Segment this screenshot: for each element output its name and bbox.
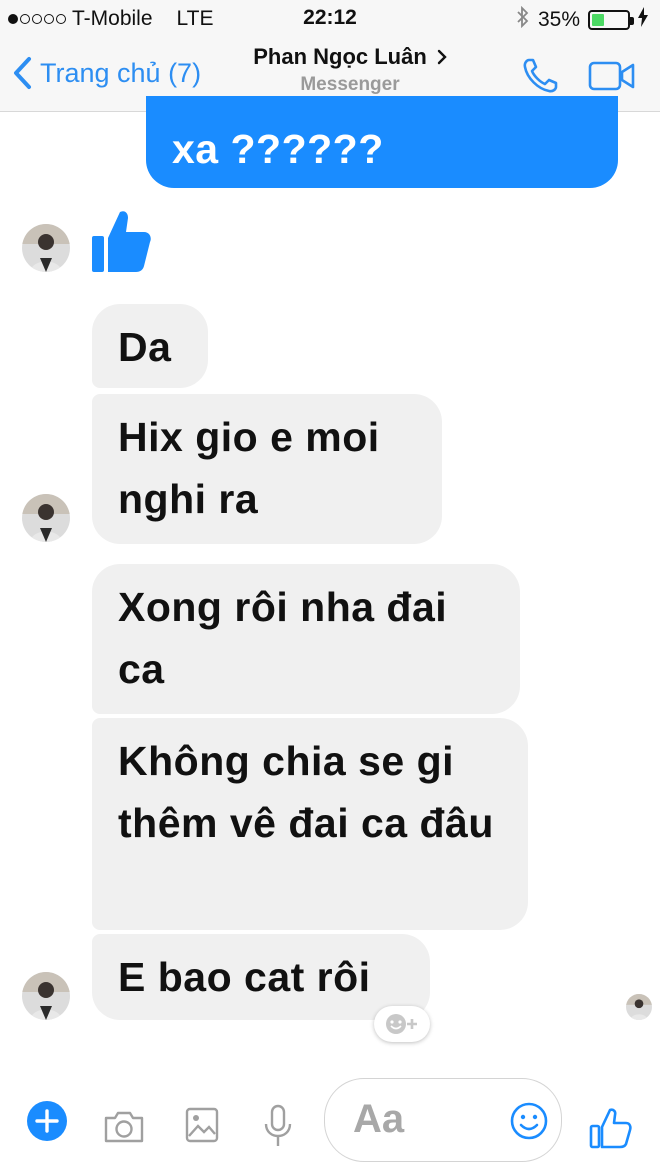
composer-bar: Aa — [0, 1060, 660, 1176]
thumbs-up-send-icon[interactable] — [588, 1106, 632, 1155]
messenger-chat-screen: T-Mobile LTE 22:12 35% Trang chủ (7) Pha… — [0, 0, 660, 1176]
add-reaction-button[interactable] — [374, 1006, 430, 1042]
conversation-header[interactable]: Phan Ngọc Luân Messenger — [200, 44, 500, 96]
status-bar: T-Mobile LTE 22:12 35% — [0, 0, 660, 38]
read-receipt-avatar — [626, 994, 652, 1020]
message-text: Không chia se gi thêm vê đai ca đâu — [118, 738, 494, 846]
camera-icon[interactable] — [102, 1110, 146, 1149]
emoji-icon[interactable] — [509, 1101, 549, 1146]
message-input[interactable]: Aa — [324, 1078, 562, 1162]
charging-icon — [638, 7, 648, 33]
input-placeholder: Aa — [353, 1097, 405, 1141]
outgoing-message[interactable]: xa ?????? — [146, 96, 618, 188]
incoming-message[interactable]: Không chia se gi thêm vê đai ca đâu — [92, 718, 528, 930]
add-plus-icon[interactable] — [26, 1100, 68, 1147]
message-text: Hix gio e moi nghi ra — [118, 414, 380, 522]
incoming-message[interactable]: E bao cat rôi — [92, 934, 430, 1020]
battery-percent: 35% — [537, 8, 580, 31]
microphone-icon[interactable] — [262, 1104, 294, 1153]
message-text: Xong rôi nha đai ca — [118, 584, 448, 692]
video-call-icon[interactable] — [588, 60, 636, 97]
chevron-left-icon — [14, 57, 31, 89]
contact-avatar[interactable] — [22, 972, 70, 1020]
message-text: xa ?????? — [172, 126, 384, 172]
conversation-subtitle: Messenger — [300, 74, 400, 95]
message-text: E bao cat rôi — [118, 954, 371, 1000]
contact-name-row: Phan Ngọc Luân — [253, 44, 447, 70]
photo-gallery-icon[interactable] — [184, 1106, 220, 1149]
chevron-right-icon — [437, 49, 447, 65]
contact-avatar[interactable] — [22, 224, 70, 272]
bluetooth-icon — [516, 5, 530, 34]
incoming-message[interactable]: Da — [92, 304, 208, 388]
status-right: 35% — [516, 5, 648, 34]
smiley-plus-icon — [386, 1014, 417, 1034]
message-text: Da — [118, 324, 172, 370]
back-button[interactable]: Trang chủ (7) — [12, 56, 201, 90]
battery-icon — [588, 10, 634, 30]
contact-avatar[interactable] — [22, 494, 70, 542]
incoming-message[interactable]: Hix gio e moi nghi ra — [92, 394, 442, 544]
contact-name: Phan Ngọc Luân — [253, 44, 427, 69]
phone-call-icon[interactable] — [520, 56, 560, 101]
incoming-message[interactable]: Xong rôi nha đai ca — [92, 564, 520, 714]
thumbs-up-sticker-icon[interactable] — [90, 208, 152, 279]
back-label: Trang chủ (7) — [40, 57, 202, 88]
